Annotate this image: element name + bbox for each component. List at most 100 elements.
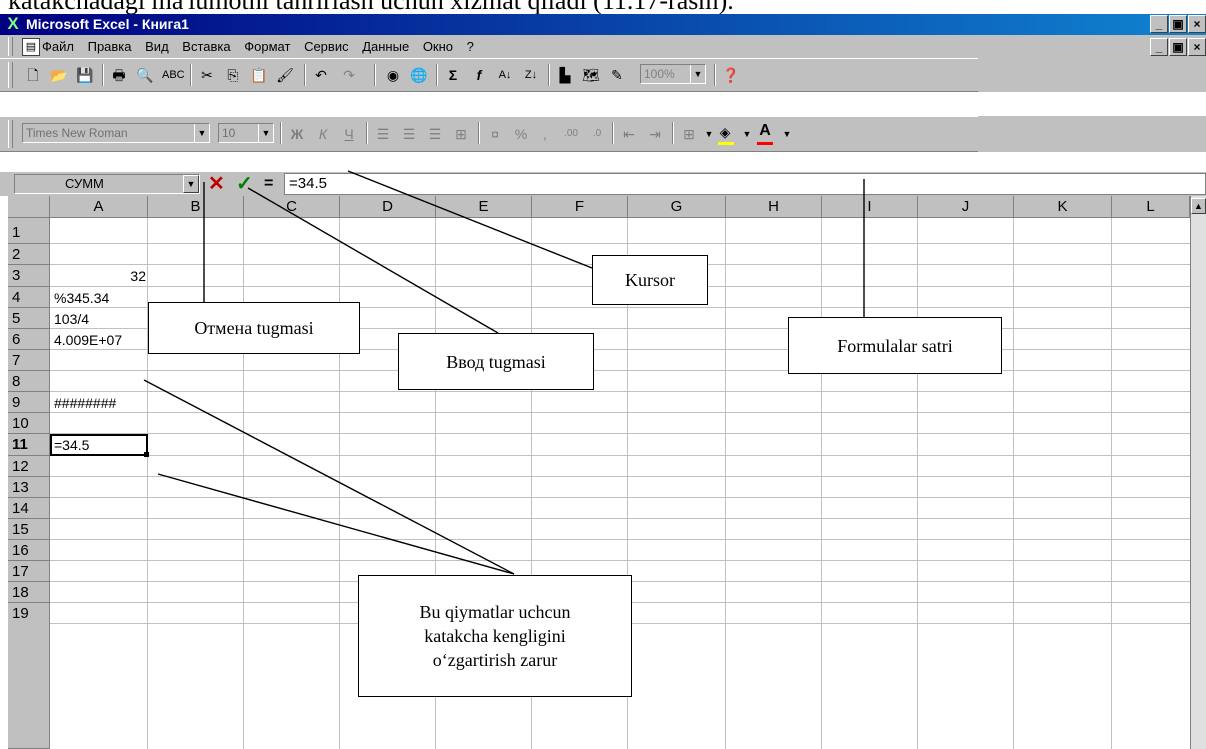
cell-a5[interactable]: 103/4 <box>54 309 89 329</box>
print-preview-icon[interactable]: 🔍 <box>136 66 154 84</box>
column-header-a[interactable]: A <box>50 196 148 218</box>
vertical-scrollbar[interactable]: ▲ <box>1190 196 1206 749</box>
row-header-16[interactable]: 16 <box>8 540 50 561</box>
redo-icon[interactable]: ↷ <box>340 66 358 84</box>
column-header-j[interactable]: J <box>918 196 1014 218</box>
increase-indent-icon[interactable]: ⇥ <box>646 125 664 143</box>
row-header-1[interactable]: 1 <box>8 218 50 244</box>
row-header-17[interactable]: 17 <box>8 561 50 582</box>
cell-a6[interactable]: 4.009E+07 <box>54 330 122 350</box>
chevron-down-icon[interactable]: ▼ <box>194 124 209 142</box>
menu-file[interactable]: Файл <box>42 39 74 54</box>
chevron-down-icon[interactable]: ▼ <box>258 124 273 142</box>
open-icon[interactable]: 📂 <box>50 66 68 84</box>
underline-icon[interactable]: Ч <box>340 125 358 143</box>
cancel-button[interactable]: ✕ <box>208 173 225 195</box>
currency-icon[interactable]: ¤ <box>486 125 504 143</box>
doc-maximize-button[interactable]: ▣ <box>1169 38 1187 56</box>
menu-format[interactable]: Формат <box>244 39 290 54</box>
column-header-b[interactable]: B <box>148 196 244 218</box>
excel-x-icon[interactable]: X <box>4 15 22 33</box>
minimize-button[interactable]: _ <box>1150 15 1168 33</box>
sort-ascending-icon[interactable]: A↓ <box>496 66 514 84</box>
row-header-4[interactable]: 4 <box>8 287 50 308</box>
row-header-2[interactable]: 2 <box>8 244 50 265</box>
menu-window[interactable]: Окно <box>423 39 453 54</box>
function-icon[interactable]: f <box>470 66 488 84</box>
hyperlink-icon[interactable]: 🌐 <box>410 66 428 84</box>
sort-descending-icon[interactable]: Z↓ <box>522 66 540 84</box>
close-button[interactable]: × <box>1188 15 1206 33</box>
borders-icon[interactable]: ⊞ <box>680 125 698 143</box>
menu-insert[interactable]: Вставка <box>182 39 230 54</box>
row-header-19[interactable]: 19 <box>8 603 50 749</box>
column-header-i[interactable]: I <box>822 196 918 218</box>
align-right-icon[interactable]: ☰ <box>426 125 444 143</box>
fill-color-icon[interactable]: ◈ <box>716 123 734 141</box>
row-header-12[interactable]: 12 <box>8 456 50 477</box>
zoom-combo[interactable]: 100% ▼ <box>640 64 706 84</box>
row-header-6[interactable]: 6 <box>8 329 50 350</box>
select-all-corner[interactable] <box>8 196 50 218</box>
column-header-c[interactable]: C <box>244 196 340 218</box>
cut-icon[interactable]: ✂ <box>198 66 216 84</box>
copy-icon[interactable]: ⎘ <box>224 66 242 84</box>
row-header-10[interactable]: 10 <box>8 413 50 434</box>
decrease-indent-icon[interactable]: ⇤ <box>620 125 638 143</box>
new-icon[interactable]: 🗋 <box>24 66 42 84</box>
chevron-down-icon[interactable]: ▼ <box>778 125 796 143</box>
doc-minimize-button[interactable]: _ <box>1150 38 1168 56</box>
menu-view[interactable]: Вид <box>145 39 169 54</box>
font-color-icon[interactable]: A <box>756 122 774 140</box>
row-header-8[interactable]: 8 <box>8 371 50 392</box>
chevron-down-icon[interactable]: ▼ <box>183 175 199 193</box>
comma-icon[interactable]: , <box>536 125 554 143</box>
chevron-down-icon[interactable]: ▼ <box>738 125 756 143</box>
row-header-11[interactable]: 11 <box>8 434 50 456</box>
row-header-3[interactable]: 3 <box>8 265 50 287</box>
row-header-7[interactable]: 7 <box>8 350 50 371</box>
enter-button[interactable]: ✓ <box>236 173 253 195</box>
web-toolbar-icon[interactable]: ◉ <box>384 66 402 84</box>
decrease-decimal-icon[interactable]: .0 <box>588 125 606 143</box>
column-header-h[interactable]: H <box>726 196 822 218</box>
column-header-f[interactable]: F <box>532 196 628 218</box>
autosum-icon[interactable]: Σ <box>444 66 462 84</box>
formula-input[interactable]: =34.5 <box>284 173 1206 195</box>
standard-toolbar-grip[interactable] <box>8 62 13 88</box>
chart-wizard-icon[interactable]: ▙ <box>556 66 574 84</box>
paste-icon[interactable]: 📋 <box>250 66 268 84</box>
column-header-g[interactable]: G <box>628 196 726 218</box>
menu-edit[interactable]: Правка <box>88 39 132 54</box>
percent-icon[interactable]: % <box>512 125 530 143</box>
font-size-combo[interactable]: 10 ▼ <box>218 123 274 143</box>
edit-formula-button[interactable]: = <box>264 173 273 195</box>
row-header-13[interactable]: 13 <box>8 477 50 498</box>
print-icon[interactable]: 🖶 <box>110 66 128 84</box>
help-icon[interactable]: ❓ <box>722 66 740 84</box>
scroll-up-icon[interactable]: ▲ <box>1191 198 1206 214</box>
row-header-18[interactable]: 18 <box>8 582 50 603</box>
menu-help[interactable]: ? <box>467 39 474 54</box>
name-box[interactable]: СУММ ▼ <box>14 174 200 194</box>
cell-a4[interactable]: %345.34 <box>54 288 109 308</box>
menu-tools[interactable]: Сервис <box>304 39 349 54</box>
chevron-down-icon[interactable]: ▼ <box>690 65 705 83</box>
menu-data[interactable]: Данные <box>362 39 409 54</box>
maximize-button[interactable]: ▣ <box>1169 15 1187 33</box>
drawing-icon[interactable]: ✎ <box>608 66 626 84</box>
cell-a11-active[interactable]: =34.5 <box>50 434 148 456</box>
formatting-toolbar-grip[interactable] <box>8 120 13 148</box>
row-header-15[interactable]: 15 <box>8 519 50 540</box>
italic-icon[interactable]: К <box>314 125 332 143</box>
align-center-icon[interactable]: ☰ <box>400 125 418 143</box>
align-left-icon[interactable]: ☰ <box>374 125 392 143</box>
row-header-14[interactable]: 14 <box>8 498 50 519</box>
doc-close-button[interactable]: × <box>1188 38 1206 56</box>
cell-a3[interactable]: 32 <box>52 266 146 286</box>
increase-decimal-icon[interactable]: .00 <box>562 125 580 143</box>
column-header-k[interactable]: K <box>1014 196 1112 218</box>
workbook-icon[interactable]: ▤ <box>22 38 40 56</box>
row-header-5[interactable]: 5 <box>8 308 50 329</box>
bold-icon[interactable]: Ж <box>288 125 306 143</box>
